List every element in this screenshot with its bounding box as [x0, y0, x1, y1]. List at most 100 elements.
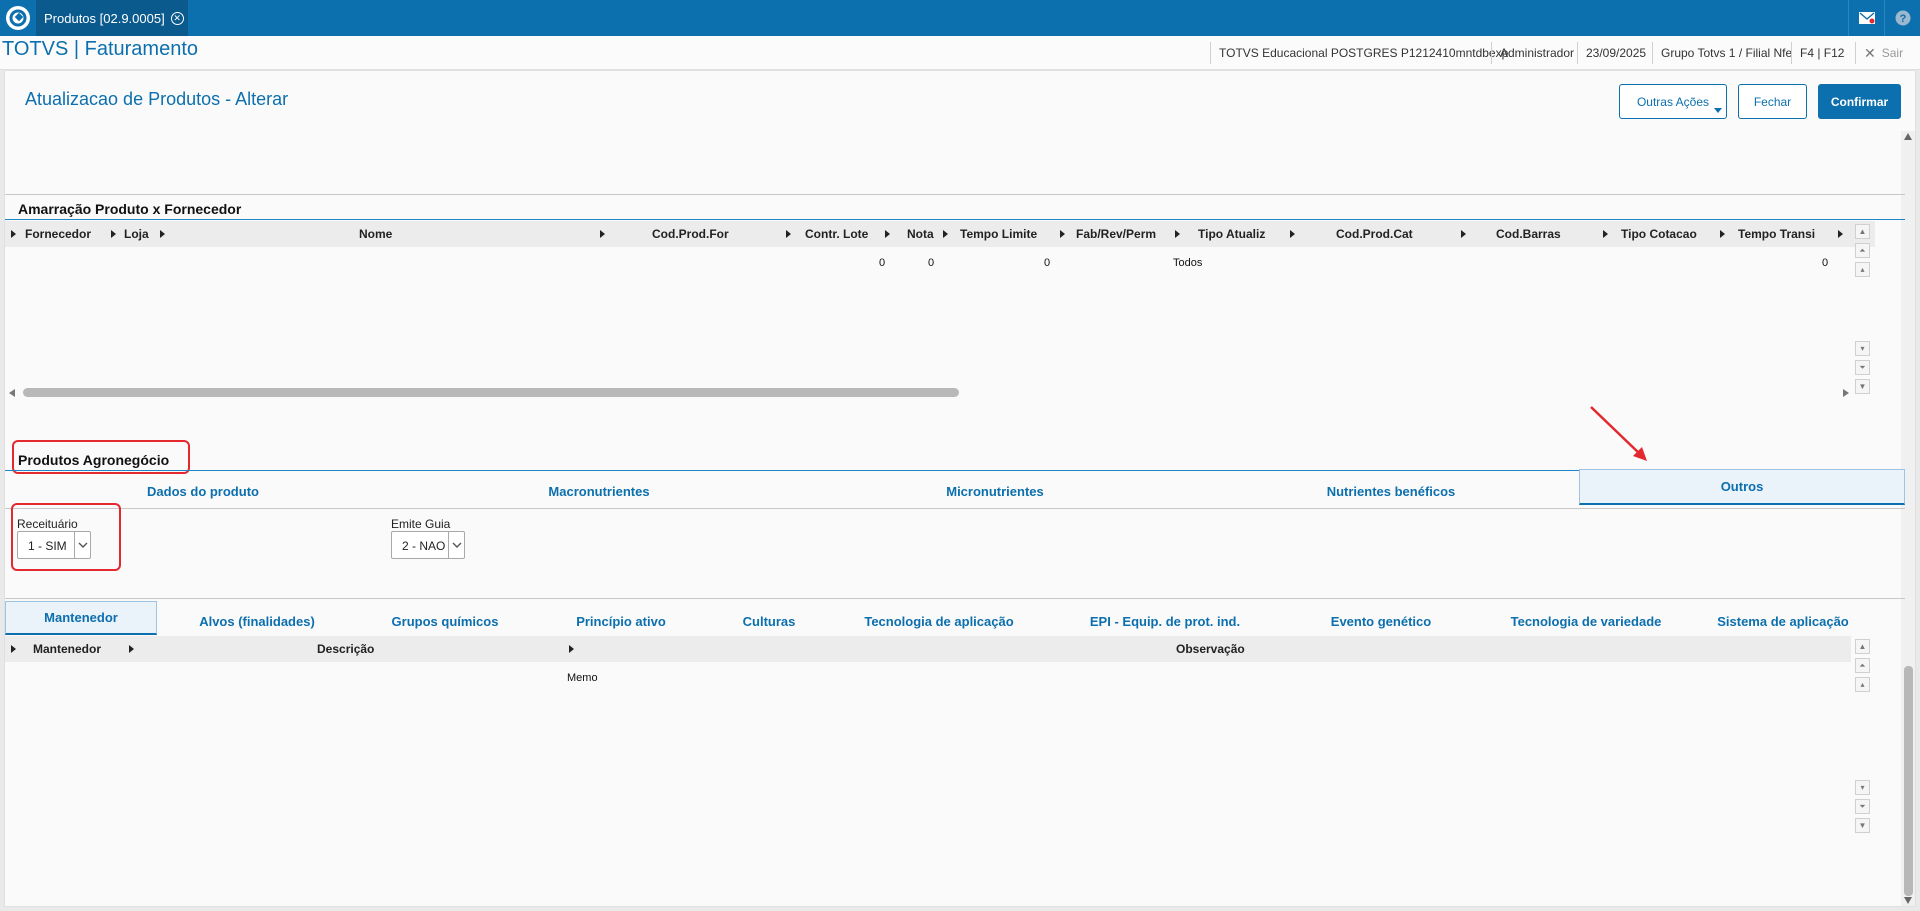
subtab-alvos[interactable]: Alvos (finalidades) — [157, 603, 357, 639]
scroll-page-up-icon[interactable]: ⏶ — [1855, 658, 1870, 673]
col-tempo-transi[interactable]: Tempo Transi — [1738, 227, 1815, 241]
column-arrow-icon — [1838, 230, 1843, 238]
col-mantenedor[interactable]: Mantenedor — [33, 642, 101, 656]
sair-button[interactable]: ✕ Sair — [1855, 42, 1911, 64]
col-tipo-cotacao[interactable]: Tipo Cotacao — [1621, 227, 1697, 241]
subtab-tecnologia-aplicacao[interactable]: Tecnologia de aplicação — [829, 603, 1049, 639]
col-cod-prod-for[interactable]: Cod.Prod.For — [652, 227, 729, 241]
scroll-down-icon[interactable] — [1904, 897, 1912, 904]
scroll-top-icon[interactable]: ▲ — [1855, 639, 1870, 654]
col-cod-prod-cat[interactable]: Cod.Prod.Cat — [1336, 227, 1413, 241]
date-info[interactable]: 23/09/2025 — [1577, 42, 1654, 64]
tab-macronutrientes[interactable]: Macronutrientes — [401, 473, 797, 509]
column-arrow-icon — [11, 645, 16, 653]
scroll-up-icon[interactable] — [1904, 133, 1912, 140]
section-underline — [5, 219, 1905, 220]
top-bar: Produtos [02.9.0005] ✕ ? — [0, 0, 1920, 36]
cell-tempo-limite: 0 — [1044, 257, 1051, 269]
hscroll-thumb[interactable] — [23, 388, 959, 397]
emite-guia-select[interactable]: 2 - NAO — [391, 531, 465, 559]
help-icon[interactable]: ? — [1884, 0, 1920, 36]
user-info[interactable]: Administrador — [1491, 42, 1582, 64]
col-fab-rev-perm[interactable]: Fab/Rev/Perm — [1076, 227, 1156, 241]
divider — [5, 508, 1905, 509]
subtab-evento-genetico[interactable]: Evento genético — [1281, 603, 1481, 639]
col-nome[interactable]: Nome — [359, 227, 392, 241]
scroll-page-down-icon[interactable]: ⏷ — [1855, 799, 1870, 814]
col-tipo-atualiz[interactable]: Tipo Atualiz — [1198, 227, 1265, 241]
scroll-up-icon[interactable]: ▴ — [1855, 262, 1870, 277]
subtab-mantenedor[interactable]: Mantenedor — [5, 601, 157, 635]
col-loja[interactable]: Loja — [124, 227, 149, 241]
scroll-down-icon[interactable]: ▾ — [1855, 341, 1870, 356]
main-panel: Atualizacao de Produtos - Alterar Outras… — [4, 70, 1916, 907]
outras-acoes-button[interactable]: Outras Ações — [1619, 84, 1727, 119]
branch-info[interactable]: Grupo Totvs 1 / Filial Nfe — [1652, 42, 1800, 64]
scroll-top-icon[interactable]: ▲ — [1855, 224, 1870, 239]
agro-subtabs: Mantenedor Alvos (finalidades) Grupos qu… — [5, 601, 1875, 637]
tab-nutrientes-beneficos[interactable]: Nutrientes benéficos — [1193, 473, 1589, 509]
amarracao-title: Amarração Produto x Fornecedor — [18, 201, 242, 217]
scroll-page-up-icon[interactable]: ⏶ — [1855, 243, 1870, 258]
outras-acoes-label: Outras Ações — [1636, 94, 1710, 109]
highlight-agro-title — [12, 440, 190, 474]
scroll-page-down-icon[interactable]: ⏷ — [1855, 360, 1870, 375]
col-tempo-limite[interactable]: Tempo Limite — [960, 227, 1037, 241]
column-arrow-icon — [1290, 230, 1295, 238]
col-descricao[interactable]: Descrição — [317, 642, 374, 656]
close-tab-icon[interactable]: ✕ — [170, 11, 184, 25]
scroll-right-icon[interactable] — [1843, 389, 1849, 397]
scroll-up-icon[interactable]: ▴ — [1855, 677, 1870, 692]
column-arrow-icon — [1603, 230, 1608, 238]
tab-produtos[interactable]: Produtos [02.9.0005] ✕ — [36, 0, 188, 36]
column-arrow-icon — [943, 230, 948, 238]
header-row: TOTVS | Faturamento TOTVS Educacional PO… — [0, 36, 1920, 70]
fechar-button[interactable]: Fechar — [1738, 84, 1807, 119]
column-arrow-icon — [1175, 230, 1180, 238]
outer-scrollbar[interactable] — [1901, 131, 1915, 906]
confirmar-button[interactable]: Confirmar — [1818, 84, 1901, 119]
scroll-bottom-icon[interactable]: ▼ — [1855, 379, 1870, 394]
tab-outros[interactable]: Outros — [1579, 469, 1905, 505]
mantenedor-grid-header: Mantenedor Descrição Observação — [5, 636, 1851, 662]
environment-info[interactable]: TOTVS Educacional POSTGRES P1212410mntdb… — [1210, 42, 1516, 64]
subtab-sistema-aplicacao[interactable]: Sistema de aplicação — [1691, 603, 1875, 639]
mail-icon[interactable] — [1848, 0, 1884, 36]
column-arrow-icon — [600, 230, 605, 238]
confirmar-label: Confirmar — [1830, 94, 1889, 109]
chevron-down-icon[interactable] — [448, 532, 464, 558]
amarracao-hscroll[interactable] — [9, 388, 1849, 398]
col-contr-lote[interactable]: Contr. Lote — [805, 227, 868, 241]
caret-down-icon — [1714, 108, 1722, 113]
divider — [5, 598, 1905, 599]
subtab-grupos-quimicos[interactable]: Grupos químicos — [357, 603, 533, 639]
column-arrow-icon — [569, 645, 574, 653]
amarracao-grid-header: Fornecedor Loja Nome Cod.Prod.For Contr.… — [5, 221, 1875, 247]
totvs-logo-icon[interactable] — [2, 2, 34, 34]
app-title: TOTVS | Faturamento — [2, 38, 199, 60]
subtab-principio-ativo[interactable]: Princípio ativo — [533, 603, 709, 639]
column-arrow-icon — [1720, 230, 1725, 238]
col-nota[interactable]: Nota — [907, 227, 934, 241]
column-arrow-icon — [11, 230, 16, 238]
cell-contr-lote: 0 — [879, 257, 886, 269]
col-fornecedor[interactable]: Fornecedor — [25, 227, 91, 241]
close-icon: ✕ — [1864, 44, 1876, 61]
sair-label: Sair — [1881, 46, 1904, 60]
outer-scroll-thumb[interactable] — [1904, 666, 1913, 896]
col-observacao[interactable]: Observação — [1176, 642, 1245, 656]
subtab-tecnologia-variedade[interactable]: Tecnologia de variedade — [1481, 603, 1691, 639]
scroll-bottom-icon[interactable]: ▼ — [1855, 818, 1870, 833]
cell-nota: 0 — [928, 257, 935, 269]
annotation-arrow-icon — [1590, 406, 1647, 461]
column-arrow-icon — [129, 645, 134, 653]
scroll-down-icon[interactable]: ▾ — [1855, 780, 1870, 795]
divider — [5, 194, 1905, 195]
column-arrow-icon — [1461, 230, 1466, 238]
tab-micronutrientes[interactable]: Micronutrientes — [797, 473, 1193, 509]
subtab-culturas[interactable]: Culturas — [709, 603, 829, 639]
scroll-left-icon[interactable] — [9, 389, 15, 397]
subtab-epi[interactable]: EPI - Equip. de prot. ind. — [1049, 603, 1281, 639]
col-cod-barras[interactable]: Cod.Barras — [1496, 227, 1561, 241]
function-keys[interactable]: F4 | F12 — [1791, 42, 1852, 64]
